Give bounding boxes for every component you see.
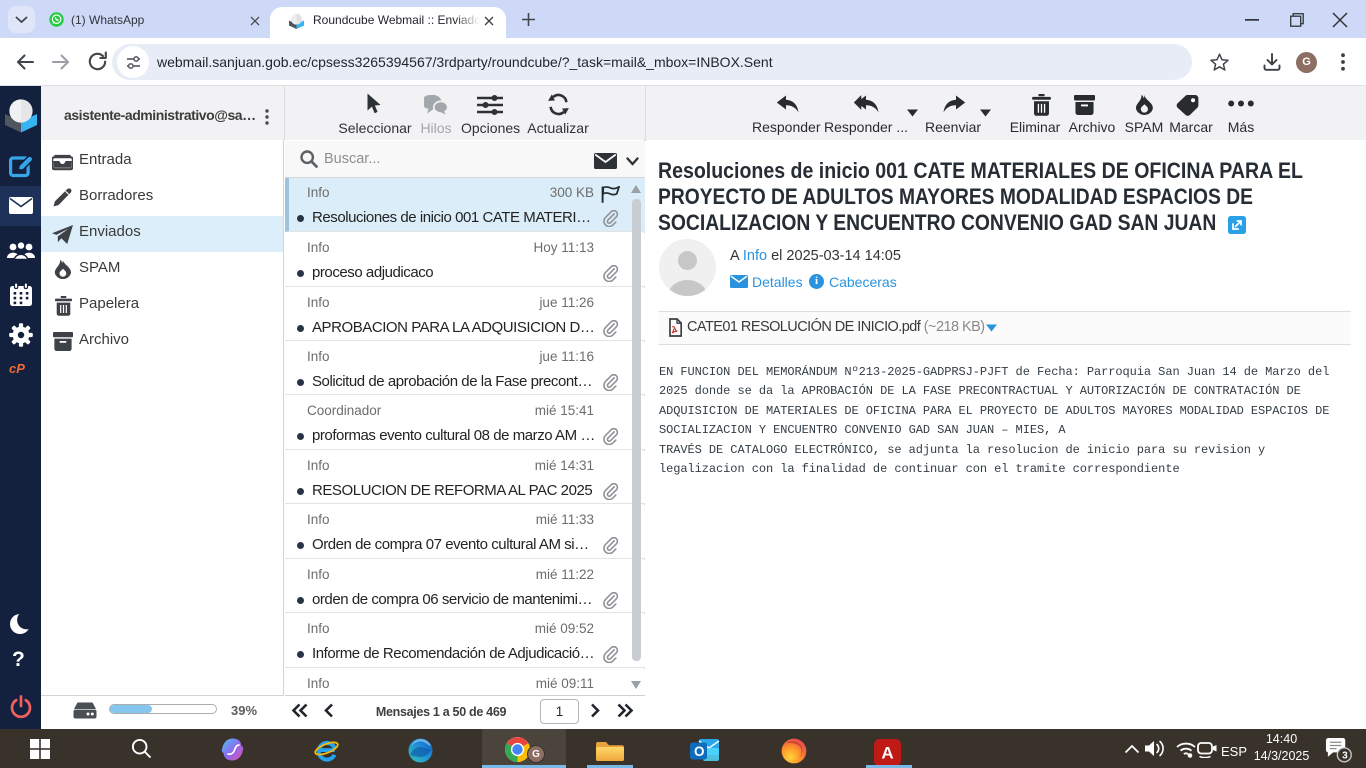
- svg-text:A: A: [881, 744, 893, 763]
- svg-text:3: 3: [1342, 751, 1348, 762]
- svg-text:O: O: [694, 744, 705, 759]
